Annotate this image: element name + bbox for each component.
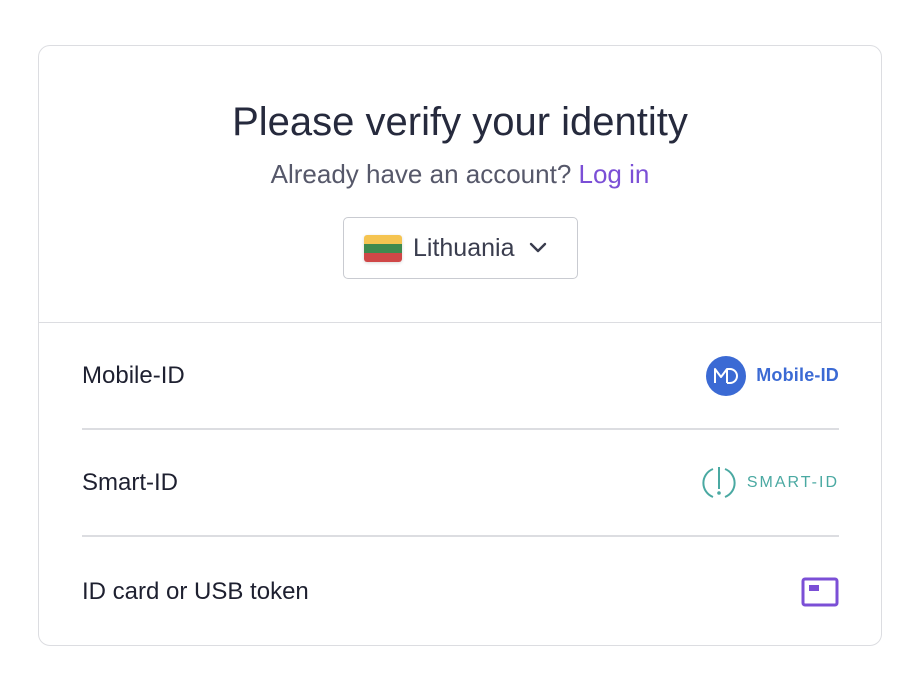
smart-id-logo-icon bbox=[702, 466, 736, 498]
method-label: ID card or USB token bbox=[82, 578, 309, 605]
method-label: Smart-ID bbox=[82, 468, 178, 496]
smart-id-logo-text: SMART-ID bbox=[746, 473, 839, 491]
login-prompt: Already have an account? Log in bbox=[39, 158, 881, 190]
method-smart-id[interactable]: Smart-ID SMART-ID bbox=[82, 430, 839, 537]
method-label: Mobile-ID bbox=[82, 361, 185, 389]
login-link[interactable]: Log in bbox=[579, 159, 650, 189]
country-select-value: Lithuania bbox=[413, 233, 515, 262]
mobile-id-logo-text: Mobile-ID bbox=[756, 365, 839, 385]
mobile-id-logo-icon bbox=[706, 355, 747, 396]
verify-identity-card: Please verify your identity Already have… bbox=[38, 45, 882, 646]
id-card-icon bbox=[801, 577, 839, 607]
method-mobile-id[interactable]: Mobile-ID Mobile-ID bbox=[82, 323, 839, 430]
country-select[interactable]: Lithuania bbox=[343, 217, 578, 279]
card-header: Please verify your identity Already have… bbox=[39, 46, 881, 323]
page-title: Please verify your identity bbox=[232, 100, 688, 144]
auth-method-list: Mobile-ID Mobile-ID Smart-ID SMART-ID ID… bbox=[82, 323, 839, 647]
login-prompt-text: Already have an account? bbox=[270, 159, 572, 189]
chevron-down-icon bbox=[529, 242, 547, 254]
method-id-card[interactable]: ID card or USB token bbox=[82, 537, 839, 647]
lithuania-flag-icon bbox=[364, 234, 402, 262]
mobile-id-logo: Mobile-ID bbox=[706, 355, 839, 396]
smart-id-logo: SMART-ID bbox=[699, 463, 839, 503]
